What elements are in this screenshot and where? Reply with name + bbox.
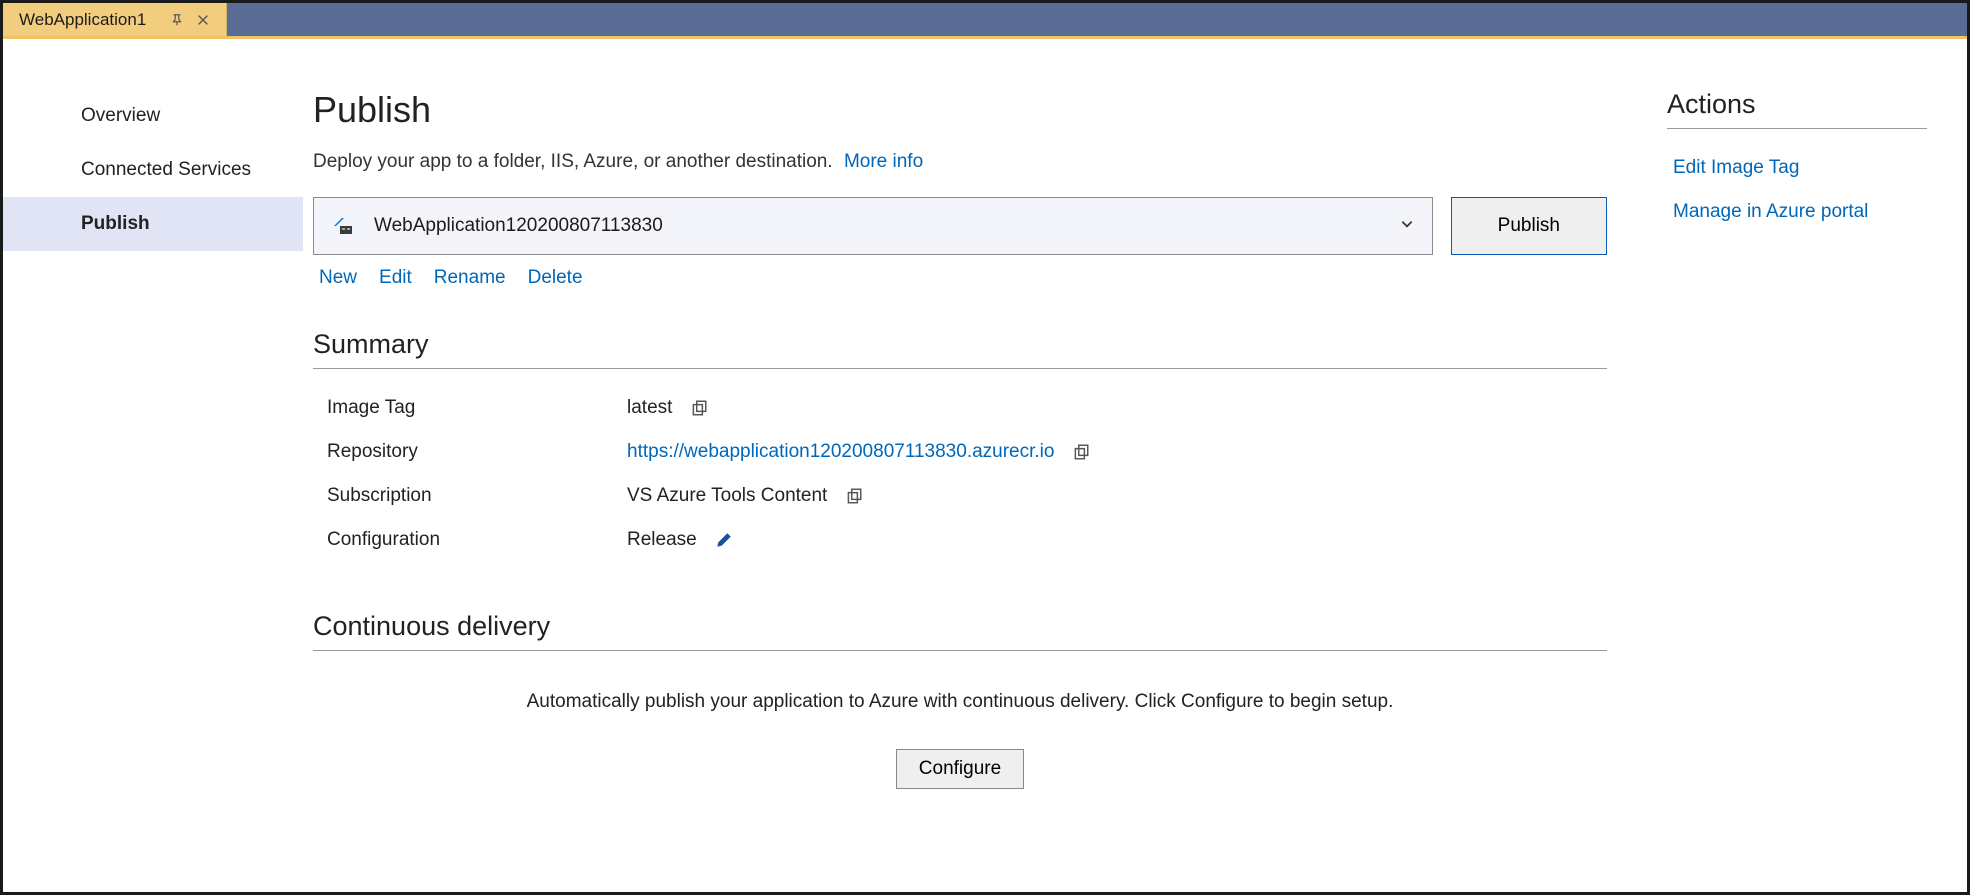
- profile-links: New Edit Rename Delete: [319, 267, 1607, 289]
- main-left: Publish Deploy your app to a folder, IIS…: [313, 89, 1607, 862]
- titlebar: WebApplication1: [3, 3, 1967, 39]
- sidebar-item-overview[interactable]: Overview: [3, 89, 303, 143]
- container-registry-icon: [332, 216, 356, 236]
- sidebar-item-label: Overview: [81, 105, 160, 126]
- new-profile-link[interactable]: New: [319, 267, 357, 289]
- cd-description: Automatically publish your application t…: [313, 691, 1607, 713]
- summary-value-image-tag: latest: [627, 397, 1607, 419]
- summary-label-image-tag: Image Tag: [327, 397, 627, 419]
- summary-label-subscription: Subscription: [327, 485, 627, 507]
- chevron-down-icon: [1400, 215, 1414, 237]
- rename-profile-link[interactable]: Rename: [434, 267, 506, 289]
- subscription-value: VS Azure Tools Content: [627, 485, 827, 507]
- configure-button[interactable]: Configure: [896, 749, 1024, 789]
- summary-value-repository: https://webapplication120200807113830.az…: [627, 441, 1607, 463]
- copy-icon[interactable]: [845, 487, 863, 505]
- action-edit-image-tag[interactable]: Edit Image Tag: [1673, 157, 1927, 179]
- actions-panel: Actions Edit Image Tag Manage in Azure p…: [1667, 89, 1927, 862]
- profile-row: WebApplication120200807113830 Publish: [313, 197, 1607, 255]
- pencil-icon[interactable]: [715, 531, 733, 549]
- configuration-value: Release: [627, 529, 697, 551]
- page-subtitle: Deploy your app to a folder, IIS, Azure,…: [313, 151, 1607, 173]
- main-panel: Publish Deploy your app to a folder, IIS…: [303, 39, 1967, 892]
- pin-icon[interactable]: [170, 13, 184, 27]
- copy-icon[interactable]: [1072, 443, 1090, 461]
- edit-profile-link[interactable]: Edit: [379, 267, 412, 289]
- actions-list: Edit Image Tag Manage in Azure portal: [1667, 157, 1927, 223]
- sidebar-item-connected-services[interactable]: Connected Services: [3, 143, 303, 197]
- cd-button-row: Configure: [313, 749, 1607, 789]
- more-info-link[interactable]: More info: [844, 151, 923, 172]
- cd-heading: Continuous delivery: [313, 611, 1607, 651]
- page-title: Publish: [313, 89, 1607, 131]
- sidebar-item-label: Publish: [81, 213, 150, 234]
- summary-value-configuration: Release: [627, 529, 1607, 551]
- image-tag-value: latest: [627, 397, 672, 419]
- vs-publish-window: WebApplication1 Overview Connected Servi…: [0, 0, 1970, 895]
- subtitle-text: Deploy your app to a folder, IIS, Azure,…: [313, 151, 833, 172]
- summary-label-repository: Repository: [327, 441, 627, 463]
- document-tab-title: WebApplication1: [19, 10, 146, 30]
- sidebar-item-label: Connected Services: [81, 159, 251, 180]
- profile-dropdown[interactable]: WebApplication120200807113830: [313, 197, 1433, 255]
- repository-link[interactable]: https://webapplication120200807113830.az…: [627, 441, 1054, 463]
- summary-grid: Image Tag latest Repository https://weba…: [313, 397, 1607, 551]
- sidebar-item-publish[interactable]: Publish: [3, 197, 303, 251]
- summary-label-configuration: Configuration: [327, 529, 627, 551]
- summary-heading: Summary: [313, 329, 1607, 369]
- delete-profile-link[interactable]: Delete: [528, 267, 583, 289]
- document-tab[interactable]: WebApplication1: [3, 3, 227, 36]
- publish-button[interactable]: Publish: [1451, 197, 1607, 255]
- sidebar: Overview Connected Services Publish: [3, 39, 303, 892]
- profile-name: WebApplication120200807113830: [374, 215, 663, 237]
- copy-icon[interactable]: [690, 399, 708, 417]
- actions-heading: Actions: [1667, 89, 1927, 129]
- action-manage-azure-portal[interactable]: Manage in Azure portal: [1673, 201, 1927, 223]
- summary-value-subscription: VS Azure Tools Content: [627, 485, 1607, 507]
- close-icon[interactable]: [196, 13, 210, 27]
- content-area: Overview Connected Services Publish Publ…: [3, 39, 1967, 892]
